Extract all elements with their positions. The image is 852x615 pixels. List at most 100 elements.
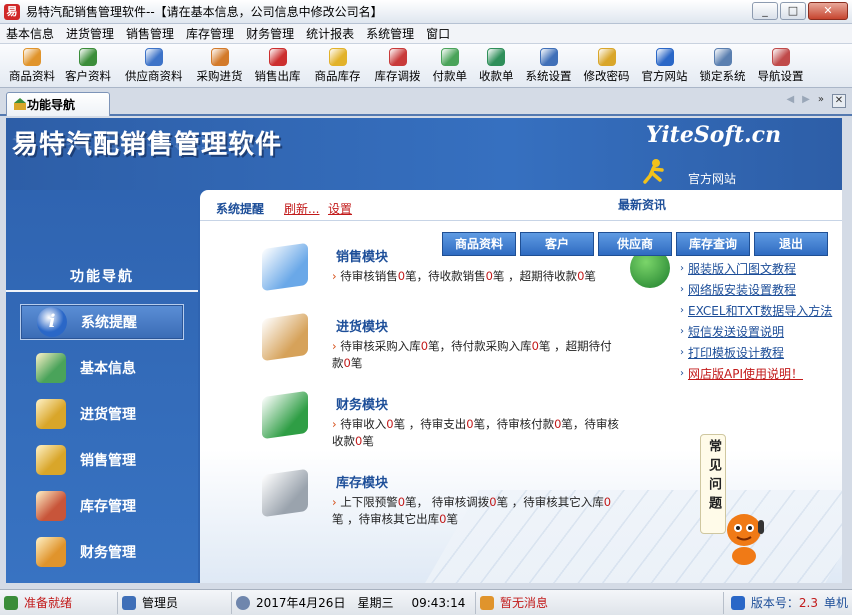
news-link[interactable]: 短信发送设置说明 (688, 323, 784, 340)
quick-product-button[interactable]: 商品资料 (442, 232, 516, 256)
menu-window[interactable]: 窗口 (420, 24, 456, 44)
module-title[interactable]: 销售模块 (336, 246, 388, 265)
toolbar-transfer-button[interactable]: 库存调拨 (372, 44, 424, 83)
news-item[interactable]: › EXCEL和TXT数据导入方法 (680, 300, 840, 321)
quick-exit-button[interactable]: 退出 (754, 232, 828, 256)
sales-book-icon (262, 242, 308, 292)
tab-list-icon[interactable]: » (818, 94, 824, 108)
module-count[interactable]: 0 (421, 339, 428, 353)
module-count[interactable]: 0 (398, 269, 405, 283)
module-count[interactable]: 0 (489, 495, 496, 509)
module-count[interactable]: 0 (532, 339, 539, 353)
news-item[interactable]: › 网络版安装设置教程 (680, 279, 840, 300)
nav-item-info[interactable]: i 系统提醒 (20, 304, 184, 340)
module-count[interactable]: 0 (486, 269, 493, 283)
nav-item-label: 基本信息 (80, 361, 136, 377)
menu-sales[interactable]: 销售管理 (120, 24, 180, 44)
toolbar-password-button[interactable]: 修改密码 (581, 44, 633, 83)
news-link[interactable]: 网络版安装设置教程 (688, 281, 796, 298)
purchase-box-icon (262, 312, 308, 362)
tab-close-icon[interactable]: ✕ (832, 94, 846, 108)
toolbar-purchase-button[interactable]: 采购进货 (194, 44, 246, 83)
tab-next-icon[interactable]: ▶ (802, 94, 810, 108)
nav-item-finance[interactable]: 财务管理 (20, 534, 184, 570)
menu-system[interactable]: 系统管理 (360, 24, 420, 44)
news-label: 最新资讯 (618, 198, 667, 212)
quick-customer-button[interactable]: 客户 (520, 232, 594, 256)
news-item[interactable]: › 网店版API使用说明！ (680, 363, 840, 384)
toolbar-stock-button[interactable]: 商品库存 (312, 44, 364, 83)
left-navigation: 功能导航 i 系统提醒基本信息进货管理销售管理库存管理财务管理 (6, 190, 198, 583)
status-user: 管理员 (118, 591, 232, 614)
nav-item-box-in[interactable]: 进货管理 (20, 396, 184, 432)
toolbar-receipt-button[interactable]: 收款单 (476, 44, 517, 83)
main-content: 易特汽配销售管理软件 易特汽配销售管理软件 YiteSoft.cn 官方网站 功… (6, 118, 842, 583)
module-count[interactable]: 0 (466, 417, 473, 431)
nav-item-box-out[interactable]: 销售管理 (20, 442, 184, 478)
module-count[interactable]: 0 (386, 417, 393, 431)
tab-prev-icon[interactable]: ◀ (786, 94, 794, 108)
toolbar-suppliers-button[interactable]: 供应商资料 (122, 44, 186, 83)
toolbar-payment-button[interactable]: 付款单 (430, 44, 471, 83)
module-description: › 待审核采购入库0笔，待付款采购入库0笔 ，超期待付款0笔 (332, 338, 622, 372)
maximize-icon[interactable]: □ (780, 2, 806, 20)
module-text: 笔 (362, 434, 374, 448)
menu-reports[interactable]: 统计报表 (300, 24, 360, 44)
official-site-link[interactable]: 官方网站 (688, 170, 736, 187)
settings-icon (539, 48, 558, 66)
faq-label: 常见问题 (706, 439, 721, 515)
module-text: 待审核销售 (340, 269, 398, 283)
toolbar-customers-button[interactable]: 客户资料 (62, 44, 114, 83)
toolbar-product-button[interactable]: 商品资料 (6, 44, 58, 83)
news-item[interactable]: › 短信发送设置说明 (680, 321, 840, 342)
nav-settings-icon (771, 48, 790, 66)
module-title[interactable]: 库存模块 (336, 472, 388, 491)
toolbar-settings-button[interactable]: 系统设置 (523, 44, 575, 83)
status-version: 版本号： 2.3 单机 (724, 592, 852, 614)
menu-purchase[interactable]: 进货管理 (60, 24, 120, 44)
toolbar-label: 付款单 (432, 69, 468, 83)
settings-link[interactable]: 设置 (328, 200, 352, 217)
quick-stock-query-button[interactable]: 库存查询 (676, 232, 750, 256)
toolbar-lock-button[interactable]: 锁定系统 (697, 44, 749, 83)
news-link[interactable]: 打印模板设计教程 (688, 344, 784, 361)
toolbar-label: 商品库存 (314, 69, 361, 83)
toolbar-label: 导航设置 (757, 69, 804, 83)
news-item[interactable]: › 打印模板设计教程 (680, 342, 840, 363)
nav-item-cubes[interactable]: 基本信息 (20, 350, 184, 386)
toolbar-sales-button[interactable]: 销售出库 (252, 44, 304, 83)
news-link[interactable]: EXCEL和TXT数据导入方法 (688, 302, 832, 319)
module-count[interactable]: 0 (398, 495, 405, 509)
window-title: 易特汽配销售管理软件--【请在基本信息，公司信息中修改公司名】 (26, 5, 383, 19)
quick-supplier-button[interactable]: 供应商 (598, 232, 672, 256)
module-title[interactable]: 财务模块 (336, 394, 388, 413)
close-icon[interactable]: ✕ (808, 2, 848, 20)
module-count[interactable]: 0 (344, 356, 351, 370)
toolbar-ie-button[interactable]: 官方网站 (639, 44, 691, 83)
version-icon (730, 595, 745, 610)
box-out-icon (36, 445, 66, 475)
menu-finance[interactable]: 财务管理 (240, 24, 300, 44)
refresh-link[interactable]: 刷新... (284, 200, 319, 217)
toolbar-nav-settings-button[interactable]: 导航设置 (755, 44, 807, 83)
status-messages[interactable]: 暂无消息 (476, 591, 724, 614)
news-link[interactable]: 网店版API使用说明！ (688, 365, 803, 382)
toolbar-label: 官方网站 (641, 69, 688, 83)
menu-inventory[interactable]: 库存管理 (180, 24, 240, 44)
nav-item-warehouse[interactable]: 库存管理 (20, 488, 184, 524)
news-link[interactable]: 服装版入门图文教程 (688, 260, 796, 277)
toolbar-label: 锁定系统 (699, 69, 746, 83)
module-text: 待审收入 (340, 417, 387, 431)
app-icon[interactable]: 易 (4, 3, 20, 20)
minimize-icon[interactable]: _ (752, 2, 778, 20)
cubes-icon (36, 353, 66, 383)
module-count[interactable]: 0 (604, 495, 611, 509)
tab-function-nav[interactable]: 功能导航 (6, 92, 110, 116)
menu-basic-info[interactable]: 基本信息 (0, 24, 60, 44)
module-title[interactable]: 进货模块 (336, 316, 388, 335)
nav-title: 功能导航 (70, 269, 134, 285)
news-item[interactable]: › 服装版入门图文教程 (680, 258, 840, 279)
clock-icon (236, 595, 250, 610)
user-icon (122, 595, 136, 610)
customers-icon (79, 48, 97, 66)
